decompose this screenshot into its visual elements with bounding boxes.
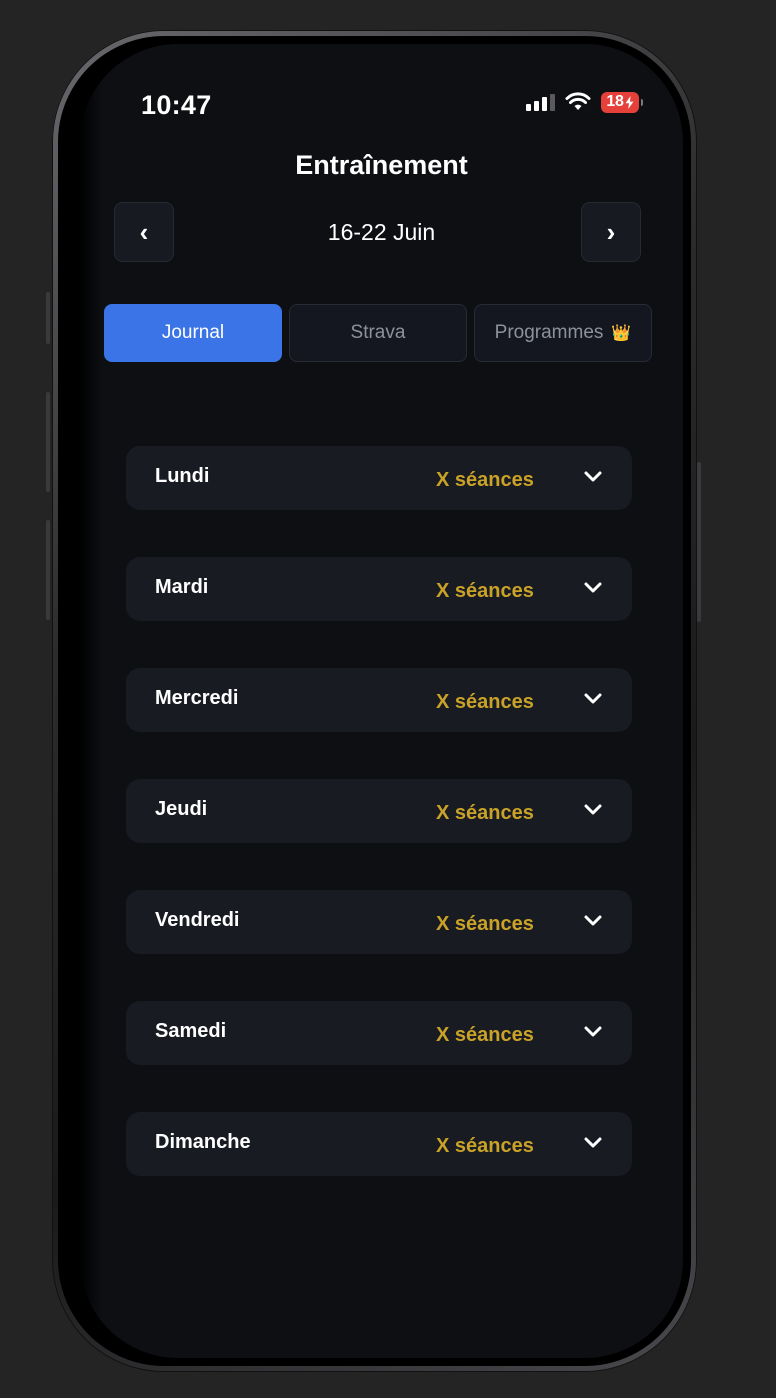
day-row-lundi[interactable]: Lundi X séances (126, 446, 632, 510)
day-name: Dimanche (155, 1131, 251, 1153)
chevron-down-icon (584, 471, 602, 482)
chevron-down-icon (584, 804, 602, 815)
day-name: Samedi (155, 1020, 227, 1042)
volume-down-button (46, 520, 50, 620)
sessions-count: X séances (436, 1135, 534, 1157)
sessions-count: X séances (436, 1024, 534, 1046)
page: 10:47 18 Entraînement ‹ 16-22 Juin › Jou… (0, 0, 776, 1398)
phone-bezel: 10:47 18 Entraînement ‹ 16-22 Juin › Jou… (58, 36, 691, 1366)
battery-level: 18 (606, 93, 624, 110)
sessions-count: X séances (436, 913, 534, 935)
tab-label: Journal (161, 322, 225, 343)
sessions-count: X séances (436, 802, 534, 824)
app-screen: 10:47 18 Entraînement ‹ 16-22 Juin › Jou… (80, 44, 683, 1358)
page-title: Entraînement (295, 150, 468, 180)
tab-programmes[interactable]: Programmes 👑 (474, 304, 652, 362)
wifi-icon (565, 92, 591, 110)
charging-icon (625, 95, 634, 109)
status-icons: 18 (526, 88, 643, 116)
crown-icon: 👑 (611, 325, 632, 342)
signal-icon (526, 93, 555, 111)
chevron-down-icon (584, 915, 602, 926)
tab-label: Programmes (494, 322, 604, 343)
action-button (46, 292, 50, 344)
day-name: Vendredi (155, 909, 240, 931)
chevron-down-icon (584, 693, 602, 704)
day-name: Mercredi (155, 687, 239, 709)
chevron-down-icon (584, 1137, 602, 1148)
day-name: Lundi (155, 465, 210, 487)
chevron-right-icon: › (606, 216, 616, 247)
next-week-button[interactable]: › (581, 202, 641, 262)
status-time: 10:47 (141, 90, 212, 120)
day-row-jeudi[interactable]: Jeudi X séances (126, 779, 632, 843)
sessions-count: X séances (436, 469, 534, 491)
tab-journal[interactable]: Journal (104, 304, 282, 362)
chevron-down-icon (584, 1026, 602, 1037)
tab-strava[interactable]: Strava (289, 304, 467, 362)
power-button (697, 462, 701, 622)
battery-icon: 18 (601, 91, 643, 113)
day-name: Mardi (155, 576, 209, 598)
day-row-vendredi[interactable]: Vendredi X séances (126, 890, 632, 954)
day-row-samedi[interactable]: Samedi X séances (126, 1001, 632, 1065)
sessions-count: X séances (436, 691, 534, 713)
phone-frame: 10:47 18 Entraînement ‹ 16-22 Juin › Jou… (52, 30, 697, 1372)
chevron-down-icon (584, 582, 602, 593)
tab-label: Strava (350, 322, 406, 343)
day-row-dimanche[interactable]: Dimanche X séances (126, 1112, 632, 1176)
volume-up-button (46, 392, 50, 492)
sessions-count: X séances (436, 580, 534, 602)
day-row-mardi[interactable]: Mardi X séances (126, 557, 632, 621)
day-name: Jeudi (155, 798, 208, 820)
day-row-mercredi[interactable]: Mercredi X séances (126, 668, 632, 732)
